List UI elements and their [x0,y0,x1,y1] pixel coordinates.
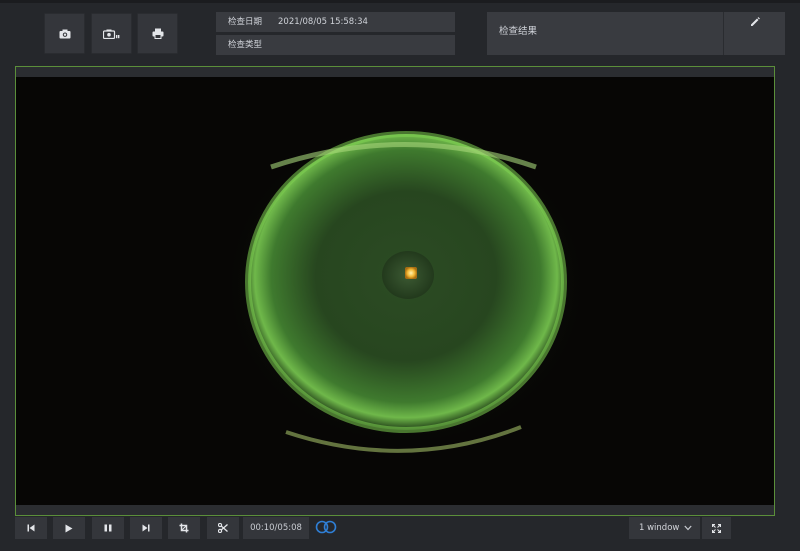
fullscreen-button[interactable] [702,517,731,539]
exam-date-value: 2021/08/05 15:58:34 [278,17,368,27]
camera-icon [59,29,70,38]
window-layout-select[interactable]: 1 window [629,517,700,539]
exam-type-label: 检查类型 [228,40,263,50]
play-button[interactable] [53,517,85,539]
prev-button[interactable] [15,517,47,539]
play-icon [65,524,73,532]
pause-icon [104,524,112,532]
camera-record-icon [102,29,119,39]
exam-result-panel[interactable]: 检查结果 [487,12,785,55]
crop-button[interactable] [168,517,200,539]
next-button[interactable] [130,517,162,539]
crop-icon [179,523,189,533]
viewer-top-bar [16,67,774,77]
printer-icon [152,28,163,39]
capture-button[interactable] [44,13,85,54]
skip-next-icon [142,524,150,532]
pause-button[interactable] [92,517,124,539]
record-button[interactable] [91,13,132,54]
exam-type-row: 检查类型 [216,35,455,55]
loop-icon[interactable] [314,519,338,535]
top-edge [0,0,800,3]
image-viewer[interactable] [15,66,775,516]
scissors-icon [218,523,228,533]
eye-photo [216,115,596,455]
fullscreen-icon [712,523,721,533]
exam-date-row: 检查日期 2021/08/05 15:58:34 [216,12,455,32]
playback-time: 00:10/05:08 [243,517,309,539]
pencil-icon[interactable] [748,16,762,30]
exam-result-label: 检查结果 [499,26,538,37]
window-layout-value: 1 window [639,523,680,533]
result-divider [723,12,724,55]
exam-date-label: 检查日期 [228,17,263,27]
print-button[interactable] [137,13,178,54]
chevron-down-icon [684,525,692,531]
skip-previous-icon [27,524,35,532]
eye-image[interactable] [16,77,774,505]
cut-button[interactable] [207,517,239,539]
viewer-bottom-bar [16,505,774,515]
